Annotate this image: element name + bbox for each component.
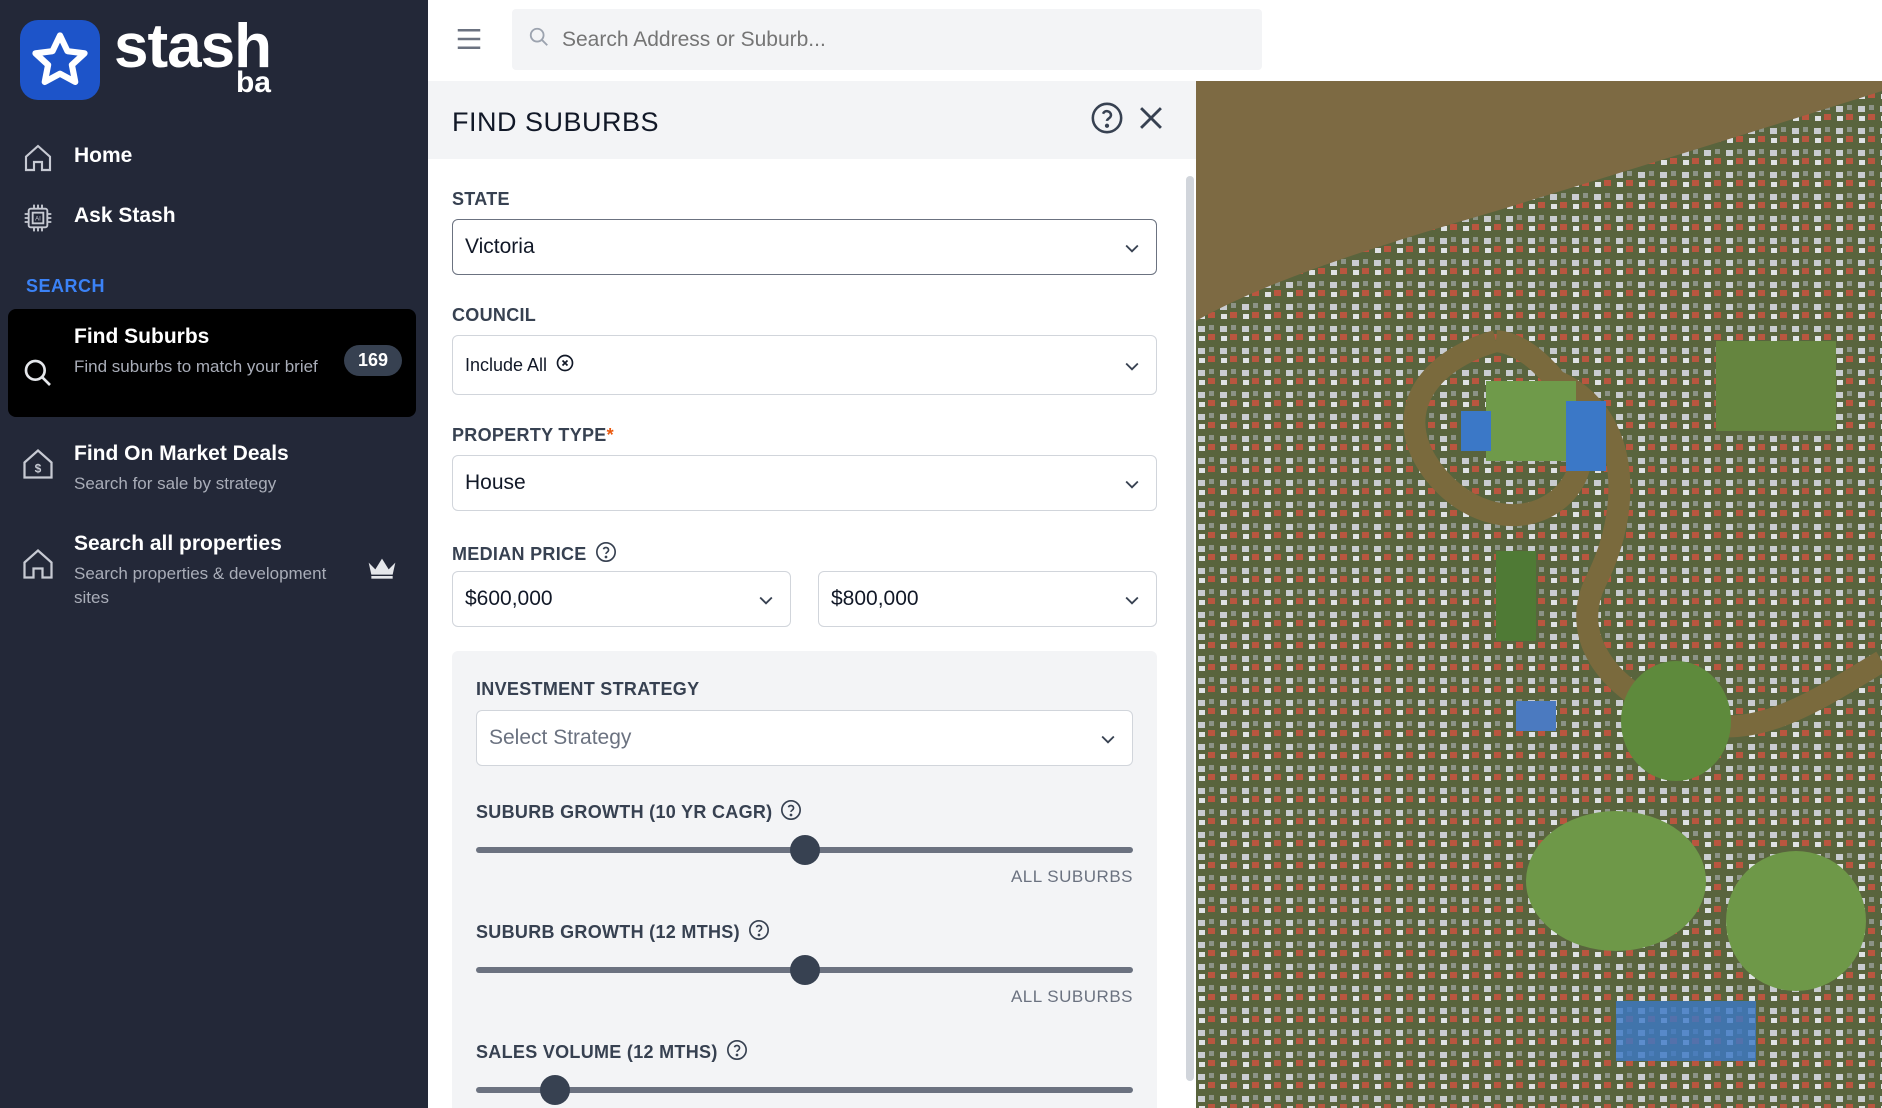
suburb-growth-12m-slider[interactable]: [476, 955, 1133, 985]
investment-strategy-select[interactable]: Select Strategy: [476, 710, 1133, 766]
help-icon[interactable]: [748, 919, 770, 946]
remove-chip-icon[interactable]: [555, 353, 575, 378]
search-bar: [512, 9, 1262, 70]
median-price-min-select[interactable]: $600,000: [452, 571, 791, 627]
menu-icon[interactable]: [454, 24, 484, 54]
council-label: COUNCIL: [452, 305, 537, 325]
slider-label-text: SALES VOLUME (12 MTHS): [476, 1042, 718, 1062]
median-price-max-value: $800,000: [831, 587, 919, 610]
median-price-min-value: $600,000: [465, 587, 553, 610]
property-type-select[interactable]: House: [452, 455, 1157, 511]
median-price-label-text: MEDIAN PRICE: [452, 544, 587, 564]
search-icon: [528, 26, 550, 53]
sidebar-item-label: Find On Market Deals: [74, 442, 289, 465]
suburb-growth-12m-label: SUBURB GROWTH (12 MTHS): [476, 919, 770, 946]
slider-label-text: SUBURB GROWTH (12 MTHS): [476, 922, 740, 942]
slider-caption: ALL SUBURBS: [1010, 987, 1133, 1006]
sales-volume-slider[interactable]: [476, 1075, 1133, 1105]
state-select[interactable]: Victoria: [452, 219, 1157, 275]
panel-scrollbar[interactable]: [1186, 176, 1194, 1081]
svg-text:AI: AI: [35, 217, 41, 223]
search-input[interactable]: [562, 27, 1242, 52]
sidebar-item-label: Home: [74, 144, 133, 167]
slider-thumb[interactable]: [789, 835, 820, 865]
property-type-value: House: [465, 471, 526, 494]
satellite-map[interactable]: [1196, 81, 1882, 1108]
property-type-label: PROPERTY TYPE *: [452, 425, 614, 446]
panel-header: FIND SUBURBS: [428, 81, 1196, 159]
chevron-down-icon: [1098, 729, 1118, 755]
suburb-growth-10yr-label: SUBURB GROWTH (10 YR CAGR): [476, 799, 802, 826]
home-icon: [20, 140, 56, 176]
find-suburbs-panel: FIND SUBURBS STATE Victoria COUNCIL Incl…: [428, 81, 1196, 1108]
help-icon[interactable]: [1090, 101, 1124, 140]
chevron-down-icon: [756, 590, 776, 616]
strategy-section: INVESTMENT STRATEGY Select Strategy SUBU…: [452, 651, 1157, 1108]
suburb-growth-10yr-slider[interactable]: [476, 835, 1133, 865]
search-icon: [20, 355, 56, 391]
median-price-max-select[interactable]: $800,000: [818, 571, 1157, 627]
state-value: Victoria: [465, 235, 535, 258]
slider-label-text: SUBURB GROWTH (10 YR CAGR): [476, 802, 773, 822]
sidebar-item-ask-stash[interactable]: AI Ask Stash: [8, 200, 416, 236]
council-select[interactable]: Include All: [452, 335, 1157, 395]
panel-title: FIND SUBURBS: [452, 107, 660, 137]
svg-text:$: $: [35, 461, 42, 475]
sidebar-item-search-all-properties[interactable]: Search all properties Search properties …: [8, 532, 416, 610]
chevron-down-icon: [1122, 356, 1142, 382]
required-mark: *: [606, 425, 614, 445]
investment-strategy-placeholder: Select Strategy: [489, 726, 632, 749]
slider-caption: ALL SUBURBS: [1010, 867, 1133, 886]
state-label: STATE: [452, 189, 510, 209]
house-icon: [20, 546, 56, 582]
sidebar-item-find-on-market-deals[interactable]: $ Find On Market Deals Search for sale b…: [8, 442, 416, 496]
sidebar-item-label: Find Suburbs: [74, 325, 210, 348]
help-icon[interactable]: [726, 1039, 748, 1066]
property-type-label-text: PROPERTY TYPE: [452, 425, 607, 445]
sidebar-item-label: Ask Stash: [74, 204, 176, 227]
sidebar-item-subtitle: Search properties & development sites: [74, 564, 327, 607]
slider-thumb[interactable]: [789, 955, 820, 985]
crown-icon: [366, 556, 398, 585]
chevron-down-icon: [1122, 590, 1142, 616]
help-icon[interactable]: [595, 541, 617, 568]
investment-strategy-label: INVESTMENT STRATEGY: [476, 679, 700, 699]
ai-chip-icon: AI: [20, 200, 56, 236]
sidebar-item-home[interactable]: Home: [8, 140, 416, 176]
sidebar: stash ba Home AI Ask Stash SEARCH Find S…: [0, 0, 428, 1108]
sidebar-item-find-suburbs[interactable]: Find Suburbs Find suburbs to match your …: [8, 309, 416, 417]
chevron-down-icon: [1122, 238, 1142, 264]
section-label-search: SEARCH: [26, 276, 106, 296]
slider-thumb[interactable]: [539, 1075, 570, 1105]
chevron-down-icon: [1122, 474, 1142, 500]
sidebar-item-subtitle: Search for sale by strategy: [74, 474, 277, 493]
star-logo-icon: [20, 20, 100, 100]
house-dollar-icon: $: [20, 446, 56, 482]
satellite-map-image: [1196, 81, 1882, 1108]
help-icon[interactable]: [780, 799, 802, 826]
median-price-label: MEDIAN PRICE: [452, 541, 617, 568]
close-icon[interactable]: [1134, 101, 1168, 140]
suburb-count-badge: 169: [343, 345, 402, 376]
council-chip-label: Include All: [465, 354, 548, 375]
sidebar-item-label: Search all properties: [74, 532, 282, 555]
council-chip[interactable]: Include All: [465, 353, 575, 378]
sales-volume-label: SALES VOLUME (12 MTHS): [476, 1039, 748, 1066]
top-bar: [428, 0, 1882, 81]
sidebar-item-subtitle: Find suburbs to match your brief: [74, 357, 318, 376]
stash-logo[interactable]: stash ba: [20, 16, 272, 100]
